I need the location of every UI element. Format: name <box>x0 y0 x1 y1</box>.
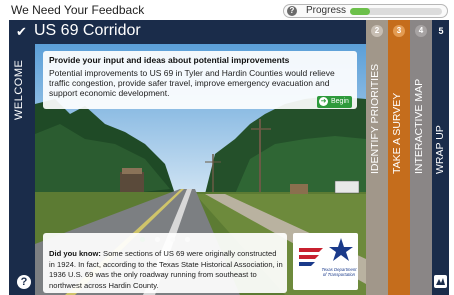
begin-label: Begin <box>331 98 349 105</box>
tab-identify-priorities[interactable]: 2 IDENTIFY PRIORITIES <box>366 20 388 295</box>
intro-title: Provide your input and ideas about poten… <box>49 55 290 65</box>
intro-card: Provide your input and ideas about poten… <box>43 51 357 109</box>
progress-indicator: ? Progress <box>283 4 448 18</box>
progress-label: Progress <box>306 5 347 16</box>
tab-label: INTERACTIVE MAP <box>413 78 425 174</box>
progress-track <box>350 8 442 15</box>
tab-number: 4 <box>415 25 427 37</box>
fact-lead: Did you know: <box>49 249 101 258</box>
page-title: US 69 Corridor <box>34 22 141 39</box>
check-icon: ✔ <box>16 24 27 39</box>
tab-label: TAKE A SURVEY <box>391 92 403 174</box>
tab-take-a-survey[interactable]: 3 TAKE A SURVEY <box>388 20 410 295</box>
brand-mark <box>436 278 445 285</box>
txdot-logo: Texas Department of Transportation <box>293 233 358 290</box>
brand-corner-icon[interactable] <box>434 275 447 288</box>
question-icon[interactable]: ? <box>287 6 297 16</box>
section-header: ✔ US 69 Corridor <box>9 20 366 44</box>
survey-topbar: We Need Your Feedback ? Progress <box>0 0 454 20</box>
arrow-right-icon: ➜ <box>319 97 328 106</box>
fact-text: Did you know: Some sections of US 69 wer… <box>49 249 283 291</box>
tab-number: 3 <box>393 25 405 37</box>
txdot-logo-text: Texas Department of Transportation <box>321 267 357 277</box>
tab-label: IDENTIFY PRIORITIES <box>369 63 381 174</box>
tab-welcome-label: WELCOME <box>13 59 25 120</box>
progress-fill <box>350 8 371 15</box>
survey-title: We Need Your Feedback <box>11 3 145 17</box>
txdot-logo-mark <box>299 238 353 266</box>
help-button[interactable]: ? <box>17 275 31 289</box>
tab-interactive-map[interactable]: 4 INTERACTIVE MAP <box>410 20 432 295</box>
tab-welcome[interactable]: WELCOME <box>9 20 34 295</box>
begin-button[interactable]: ➜ Begin <box>317 96 352 108</box>
tab-label: WRAP UP <box>434 125 446 174</box>
tab-number: 2 <box>371 25 383 37</box>
tab-wrap-up[interactable]: 5 WRAP UP <box>432 20 449 295</box>
intro-body: Potential improvements to US 69 in Tyler… <box>49 68 335 98</box>
tab-number: 5 <box>438 26 444 36</box>
fact-card: Did you know: Some sections of US 69 wer… <box>43 233 287 293</box>
